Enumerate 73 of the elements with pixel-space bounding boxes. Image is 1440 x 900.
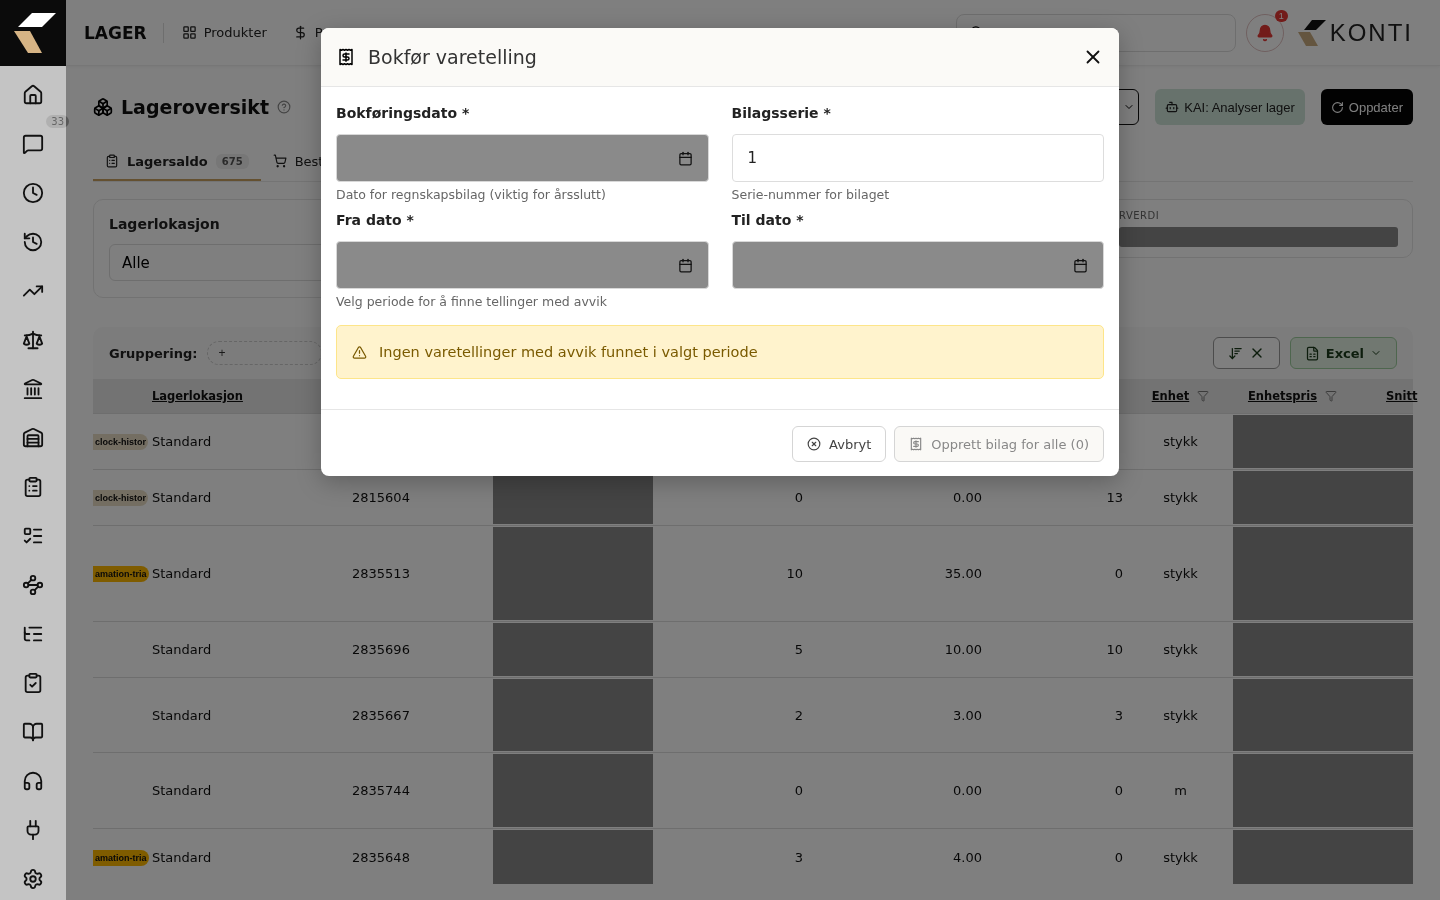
grouping-label: Gruppering: (109, 345, 198, 361)
section-title: LAGER (84, 22, 164, 43)
table-cell: stykk (1163, 642, 1198, 657)
table-cell: 2835667 (352, 707, 410, 723)
page-title: Lageroversikt (121, 96, 270, 118)
nav-link[interactable]: Produkter (181, 25, 267, 40)
nav-link[interactable]: P (292, 25, 323, 40)
status-tag: amation-tria (93, 849, 149, 866)
summary-label: RVERDI (1119, 210, 1161, 221)
table-cell: 2 (794, 707, 803, 723)
table-cell: 13 (1106, 490, 1123, 505)
table-cell: 2835696 (352, 642, 410, 657)
help-text: Serie-nummer for bilaget (731, 187, 890, 202)
brand-logo: KONTI (1329, 18, 1413, 47)
tab[interactable]: Best (260, 143, 336, 181)
table-cell: 5 (794, 642, 803, 657)
notification-badge: 1 (1274, 9, 1288, 22)
table-cell: stykk (1163, 434, 1198, 449)
status-tag: clock-histor (93, 490, 148, 506)
help-text: Velg periode for å finne tellinger med avvik (336, 294, 607, 309)
field-label: Bilagsserie * (731, 105, 832, 121)
table-cell: 0 (794, 490, 803, 505)
table-cell: 0 (1114, 783, 1123, 798)
refresh-button[interactable]: Oppdater (1320, 89, 1413, 125)
tab[interactable]: Lagersaldo 675 (93, 143, 261, 181)
table-cell: 2835513 (352, 566, 410, 581)
table-cell: Standard (152, 434, 212, 449)
table-cell: Standard (152, 707, 212, 723)
table-cell: 10 (786, 566, 803, 581)
table-cell: 4.00 (953, 849, 982, 865)
table-cell: 35.00 (944, 566, 982, 581)
table-cell: stykk (1163, 490, 1198, 505)
input-field[interactable]: 1 (731, 134, 1104, 182)
table-cell: Standard (152, 566, 212, 581)
dialog-title: Bokfør varetelling (368, 46, 538, 68)
status-tag: amation-tria (93, 566, 149, 582)
excel-button[interactable]: Excel (1289, 337, 1397, 369)
table-cell: 3 (794, 849, 803, 865)
column-header[interactable]: Lagerlokasjon (152, 389, 243, 403)
table-cell: 2835744 (352, 783, 410, 798)
table-cell: stykk (1163, 849, 1198, 865)
table-cell: 0 (794, 783, 803, 798)
filter-label: Lagerlokasjon (109, 216, 220, 232)
table-cell: 0 (1114, 566, 1123, 581)
column-header[interactable]: Enhetspris (1247, 389, 1318, 403)
table-cell: 10 (1106, 642, 1123, 657)
table-cell: 3 (1114, 707, 1123, 723)
field-label: Til dato * (731, 212, 805, 228)
table-cell: Standard (152, 849, 212, 865)
count-badge: 33 (46, 115, 69, 128)
tab-count: 675 (215, 153, 249, 169)
table-cell: 10.00 (944, 642, 982, 657)
ai-button[interactable]: KAI: Analyser lager (1155, 89, 1305, 125)
table-cell: m (1174, 783, 1187, 798)
table-cell: Standard (152, 783, 212, 798)
table-cell: 2815604 (352, 490, 410, 505)
cancel-button[interactable]: Avbryt (792, 426, 887, 462)
column-header[interactable]: Enhet (1151, 389, 1190, 403)
table-cell: 0.00 (953, 783, 982, 798)
table-cell: 2835648 (352, 849, 410, 865)
table-cell: stykk (1163, 566, 1198, 581)
column-header[interactable]: Snitt (1386, 389, 1418, 403)
field-label: Fra dato * (336, 212, 415, 228)
table-cell: 0.00 (953, 490, 982, 505)
table-cell: 0 (1114, 849, 1123, 865)
table-cell: stykk (1163, 707, 1198, 723)
table-cell: Standard (152, 642, 212, 657)
status-tag: clock-histor (93, 434, 148, 450)
help-text: Dato for regnskapsbilag (viktig for årsslutt) (336, 187, 606, 202)
alert-text: Ingen varetellinger med avvik funnet i valgt periode (379, 344, 758, 360)
field-label: Bokføringsdato * (336, 105, 471, 121)
table-cell: 3.00 (953, 707, 982, 723)
table-cell: Standard (152, 490, 212, 505)
